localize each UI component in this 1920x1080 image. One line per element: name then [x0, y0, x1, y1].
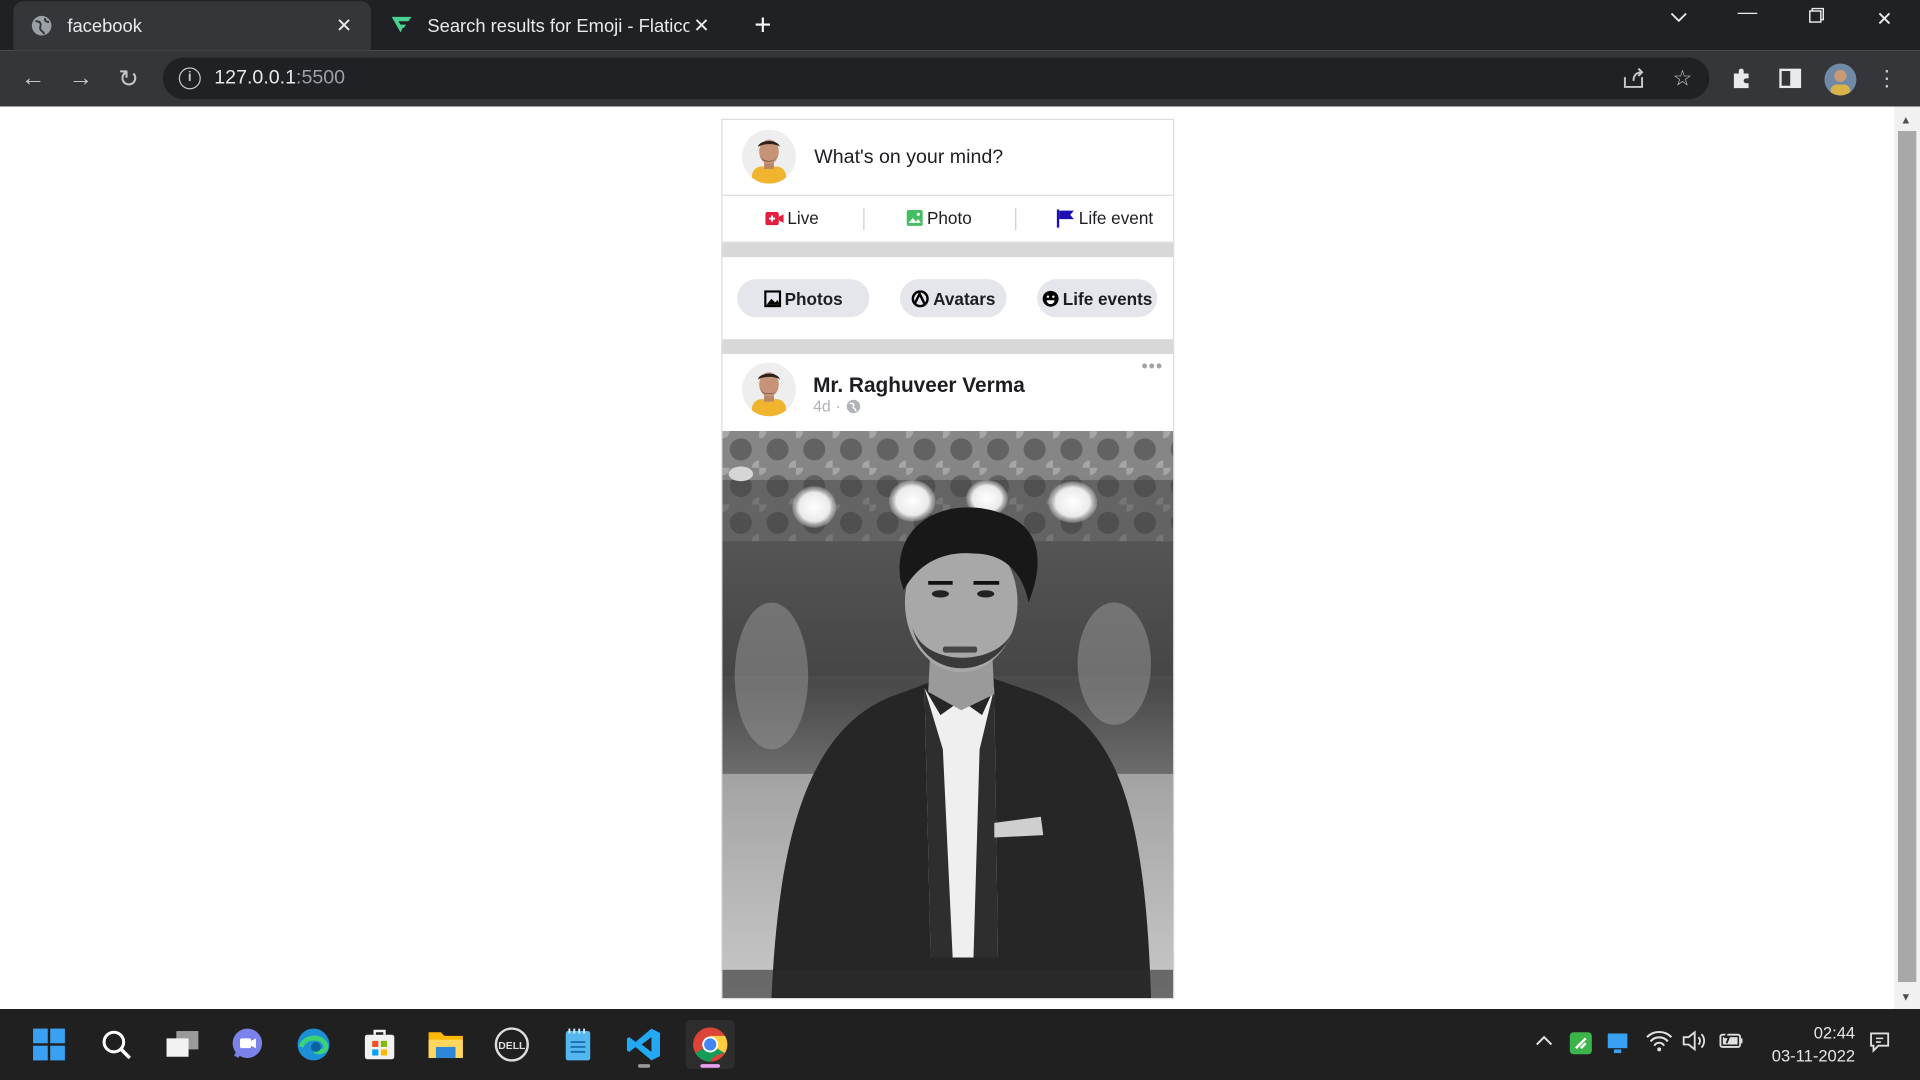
avatar[interactable] [742, 129, 796, 184]
running-indicator [637, 1064, 651, 1068]
store-icon[interactable] [355, 1020, 404, 1069]
chip-row: Photos Avatars Life events [722, 257, 1173, 339]
post-time[interactable]: 4d [813, 397, 831, 415]
tab-title: facebook [67, 15, 142, 37]
close-window-icon[interactable]: ✕ [1866, 7, 1903, 31]
avatar-icon [911, 289, 929, 307]
post-author-name[interactable]: Mr. Raghuveer Verma [813, 373, 1025, 397]
task-view-icon[interactable] [158, 1020, 207, 1069]
tray-app-icon[interactable] [1569, 1031, 1593, 1060]
section-divider [722, 242, 1174, 258]
close-tab-icon[interactable]: ✕ [332, 13, 356, 37]
scroll-down-icon[interactable]: ▼ [1900, 991, 1911, 1003]
live-button[interactable]: Live [765, 208, 819, 228]
tray-display-icon[interactable] [1605, 1031, 1629, 1060]
photos-chip[interactable]: Photos [737, 279, 870, 318]
notification-center-icon[interactable] [1867, 1030, 1891, 1059]
page-scrollbar[interactable]: ▲ ▼ [1894, 106, 1920, 1009]
smile-icon [1042, 290, 1059, 307]
extensions-icon[interactable] [1729, 65, 1756, 92]
file-explorer-icon[interactable] [421, 1020, 470, 1069]
windows-taskbar: DELL 02:44 03-11-2022 [0, 1008, 1920, 1080]
post-photo[interactable] [722, 431, 1174, 998]
tab-facebook[interactable]: facebook ✕ [13, 1, 372, 51]
tab-flaticon[interactable]: Search results for Emoji - Flaticon ✕ [373, 1, 728, 50]
side-panel-icon[interactable] [1777, 65, 1804, 92]
site-info-icon[interactable]: i [178, 67, 201, 90]
divider [863, 208, 865, 231]
flag-icon [1056, 208, 1075, 228]
composer-prompt[interactable]: What's on your mind? [814, 147, 1003, 169]
running-indicator [700, 1064, 721, 1068]
browser-tab-bar: facebook ✕ Search results for Emoji - Fl… [0, 0, 1920, 51]
section-divider [722, 339, 1174, 354]
reload-icon[interactable]: ↻ [113, 62, 145, 94]
svg-text:DELL: DELL [498, 1041, 526, 1052]
dell-icon[interactable]: DELL [487, 1020, 536, 1069]
share-icon[interactable] [1620, 65, 1647, 92]
vscode-icon[interactable] [620, 1020, 669, 1069]
life-event-label: Life event [1078, 208, 1154, 228]
restore-icon[interactable] [1798, 7, 1835, 29]
minimize-icon[interactable]: — [1729, 2, 1766, 24]
close-tab-icon[interactable]: ✕ [689, 13, 713, 37]
tab-search-icon[interactable] [1660, 7, 1697, 29]
post-more-icon[interactable]: ••• [1142, 356, 1164, 376]
url-text: 127.0.0.1:5500 [214, 67, 346, 89]
back-icon[interactable]: ← [17, 62, 49, 94]
wifi-icon[interactable] [1646, 1030, 1673, 1057]
life-event-button[interactable]: Life event [1056, 208, 1154, 228]
start-icon[interactable] [24, 1020, 73, 1069]
clock-time: 02:44 [1813, 1023, 1856, 1043]
globe-icon [846, 399, 861, 414]
forward-icon[interactable]: → [65, 62, 97, 94]
avatars-chip[interactable]: Avatars [900, 279, 1007, 318]
address-bar[interactable]: i 127.0.0.1:5500 ☆ [162, 57, 1710, 100]
post-composer: What's on your mind? [722, 120, 1174, 196]
live-label: Live [787, 208, 819, 228]
image-icon [763, 289, 781, 307]
scrollbar-thumb[interactable] [1897, 131, 1917, 983]
feed-card: What's on your mind? Live Photo Life eve… [721, 118, 1175, 1000]
flaticon-logo-icon [391, 15, 413, 37]
chat-icon[interactable] [223, 1020, 272, 1069]
divider [1015, 208, 1017, 231]
volume-icon[interactable] [1681, 1030, 1708, 1057]
new-tab-button[interactable]: + [744, 9, 781, 42]
clock-date: 03-11-2022 [1771, 1046, 1856, 1066]
menu-kebab-icon[interactable]: ⋮ [1873, 65, 1900, 92]
post-meta: 4d · [813, 397, 861, 415]
page-viewport: What's on your mind? Live Photo Life eve… [0, 106, 1895, 1009]
globe-icon [31, 15, 53, 37]
meta-separator: · [835, 396, 842, 416]
life-events-chip[interactable]: Life events [1037, 279, 1158, 318]
search-icon[interactable] [92, 1020, 141, 1069]
avatar[interactable] [742, 362, 796, 417]
show-hidden-icons-icon[interactable] [1534, 1031, 1554, 1052]
composer-actions: Live Photo Life event [722, 196, 1174, 243]
profile-avatar[interactable] [1824, 63, 1857, 96]
edge-icon[interactable] [289, 1020, 338, 1069]
photo-label: Photo [926, 208, 972, 228]
notepad-icon[interactable] [553, 1020, 602, 1069]
photo-button[interactable]: Photo [906, 208, 972, 228]
battery-icon[interactable] [1718, 1030, 1745, 1057]
photo-icon [906, 209, 923, 226]
system-clock[interactable]: 02:44 03-11-2022 [1760, 1021, 1856, 1068]
bookmark-star-icon[interactable]: ☆ [1669, 65, 1696, 92]
post-header: Mr. Raghuveer Verma 4d · ••• [722, 354, 1173, 431]
chrome-icon[interactable] [685, 1020, 735, 1069]
tab-title: Search results for Emoji - Flaticon [427, 15, 690, 37]
scroll-up-icon[interactable]: ▲ [1900, 114, 1911, 126]
browser-toolbar: ← → ↻ i 127.0.0.1:5500 ☆ ⋮ [0, 50, 1920, 107]
live-video-icon [765, 211, 784, 225]
